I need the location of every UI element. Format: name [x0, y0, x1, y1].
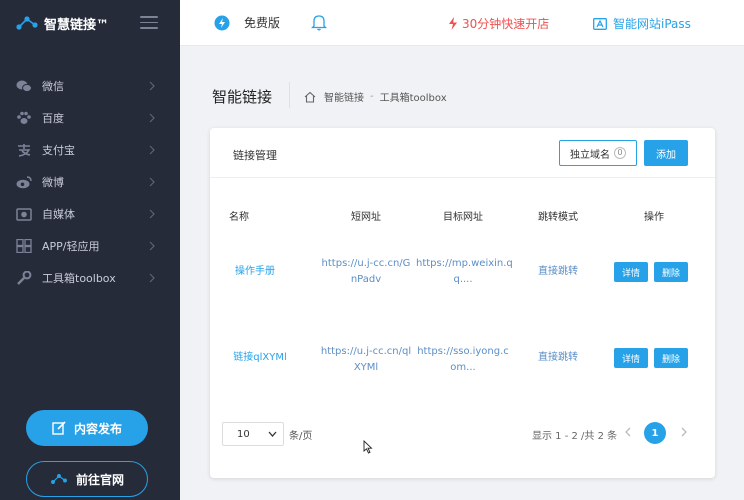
link-name[interactable]: 链接qlXYMl [230, 350, 290, 366]
column-header-target-url: 目标网址 [443, 212, 483, 223]
custom-domain-button[interactable]: 独立域名 0 [559, 140, 637, 166]
sidebar-item-label: 支付宝 [42, 144, 75, 157]
page-size-unit: 条/页 [289, 431, 313, 442]
sidebar-item-baidu[interactable]: 百度 [0, 102, 180, 134]
domain-count-badge: 0 [614, 147, 626, 159]
sidebar-item-label: 微信 [42, 80, 64, 93]
ipass-icon [593, 17, 607, 30]
fast-open-link[interactable]: 30分钟快速开店 [448, 15, 549, 32]
detail-button[interactable]: 详情 [614, 262, 648, 282]
chevron-right-icon [149, 177, 155, 187]
card-header: 链接管理 独立域名 0 添加 [210, 128, 715, 178]
sidebar-item-weibo[interactable]: 微博 [0, 166, 180, 198]
publish-label: 内容发布 [73, 421, 122, 436]
target-url: https://mp.weixin.q q.... [416, 256, 513, 288]
ipass-label: 智能网站iPass [613, 17, 691, 31]
sidebar-item-toolbox[interactable]: 工具箱toolbox [0, 262, 180, 294]
sidebar-item-media[interactable]: 自媒体 [0, 198, 180, 230]
chevron-right-icon [149, 145, 155, 155]
sidebar-item-wechat[interactable]: 微信 [0, 70, 180, 102]
delete-button[interactable]: 删除 [654, 348, 688, 368]
logo-icon [16, 16, 38, 30]
custom-domain-label: 独立域名 [570, 149, 610, 161]
target-url: https://sso.iyong.c om... [416, 344, 510, 376]
page-size-value: 10 [237, 428, 250, 440]
card-title: 链接管理 [233, 149, 277, 162]
short-url-line: nPadv [350, 274, 382, 285]
breadcrumb-item[interactable]: 工具箱toolbox [380, 89, 447, 104]
mouse-cursor-icon [363, 440, 373, 454]
bell-icon[interactable] [311, 13, 327, 31]
page-size-select[interactable]: 10 [222, 422, 284, 446]
alipay-icon [16, 142, 32, 158]
sidebar-item-alipay[interactable]: 支付宝 [0, 134, 180, 166]
logo-icon [51, 474, 67, 484]
chevron-right-icon [149, 273, 155, 283]
chevron-right-icon[interactable] [678, 426, 690, 438]
edit-icon [52, 421, 66, 435]
fast-open-label: 30分钟快速开店 [462, 17, 550, 31]
media-icon [16, 206, 32, 222]
chevron-right-icon [149, 209, 155, 219]
edition-label: 免费版 [244, 16, 281, 30]
sidebar-nav: 微信 百度 支付宝 微博 自媒体 APP/轻应用 工具箱toolbox [0, 70, 180, 294]
weibo-icon [16, 174, 32, 190]
wechat-icon [16, 78, 32, 94]
top-bar: 免费版 30分钟快速开店 智能网站iPass [180, 0, 744, 46]
chevron-right-icon [149, 81, 155, 91]
link-management-card: 链接管理 独立域名 0 添加 名称 短网址 目标网址 跳转模式 操作 操作手册 … [210, 128, 715, 478]
detail-button[interactable]: 详情 [614, 348, 648, 368]
link-name[interactable]: 操作手册 [230, 264, 280, 280]
delete-button[interactable]: 删除 [654, 262, 688, 282]
sidebar: 智慧链接™ 微信 百度 支付宝 微博 自媒体 APP/轻应用 工具箱toolbo… [0, 0, 180, 500]
lightning-badge-icon [214, 15, 230, 30]
chevron-right-icon [149, 113, 155, 123]
column-header-actions: 操作 [644, 212, 664, 223]
apps-icon [16, 238, 32, 254]
breadcrumb-item[interactable]: 智能链接 [324, 89, 364, 104]
pagination-info: 显示 1 - 2 /共 2 条 [532, 431, 618, 442]
page-number-current[interactable]: 1 [644, 422, 666, 444]
paw-icon [16, 110, 32, 126]
short-url[interactable]: https://u.j-cc.cn/ql XYMl [320, 344, 412, 376]
column-header-name: 名称 [229, 212, 249, 223]
sidebar-item-label: APP/轻应用 [42, 240, 100, 253]
target-url-line: https://mp.weixin.q [416, 258, 513, 269]
short-url-line: https://u.j-cc.cn/G [321, 258, 411, 269]
brand-name: 智慧链接™ [44, 17, 110, 33]
redirect-mode: 直接跳转 [538, 266, 578, 277]
short-url-line: https://u.j-cc.cn/ql [320, 346, 412, 357]
divider [289, 82, 290, 108]
site-label: 前往官网 [75, 472, 124, 487]
menu-toggle-icon[interactable] [140, 16, 158, 30]
home-icon[interactable] [304, 91, 316, 103]
sidebar-item-label: 自媒体 [42, 208, 75, 221]
short-url-line: XYMl [353, 362, 379, 373]
ipass-link[interactable]: 智能网站iPass [593, 15, 691, 32]
short-url[interactable]: https://u.j-cc.cn/G nPadv [320, 256, 412, 288]
sidebar-item-label: 微博 [42, 176, 64, 189]
chevron-left-icon[interactable] [622, 426, 634, 438]
page-title: 智能链接 [212, 88, 273, 106]
target-url-line: q.... [453, 274, 473, 285]
edition-indicator[interactable]: 免费版 [214, 14, 280, 31]
breadcrumb-separator: - [370, 91, 374, 102]
target-url-line: https://sso.iyong.c [417, 346, 509, 357]
sidebar-item-apps[interactable]: APP/轻应用 [0, 230, 180, 262]
column-header-redirect-mode: 跳转模式 [538, 212, 578, 223]
breadcrumb: 智能链接 - 工具箱toolbox [304, 89, 447, 104]
wrench-icon [16, 270, 32, 286]
column-header-short-url: 短网址 [351, 212, 381, 223]
publish-button[interactable]: 内容发布 [26, 410, 148, 446]
target-url-line: om... [450, 362, 476, 373]
add-button[interactable]: 添加 [644, 140, 688, 166]
chevron-down-icon [268, 431, 277, 437]
sidebar-item-label: 工具箱toolbox [42, 272, 116, 285]
sidebar-item-label: 百度 [42, 112, 64, 125]
redirect-mode: 直接跳转 [538, 352, 578, 363]
chevron-right-icon [149, 241, 155, 251]
go-to-site-button[interactable]: 前往官网 [26, 461, 148, 497]
lightning-icon [449, 17, 457, 30]
